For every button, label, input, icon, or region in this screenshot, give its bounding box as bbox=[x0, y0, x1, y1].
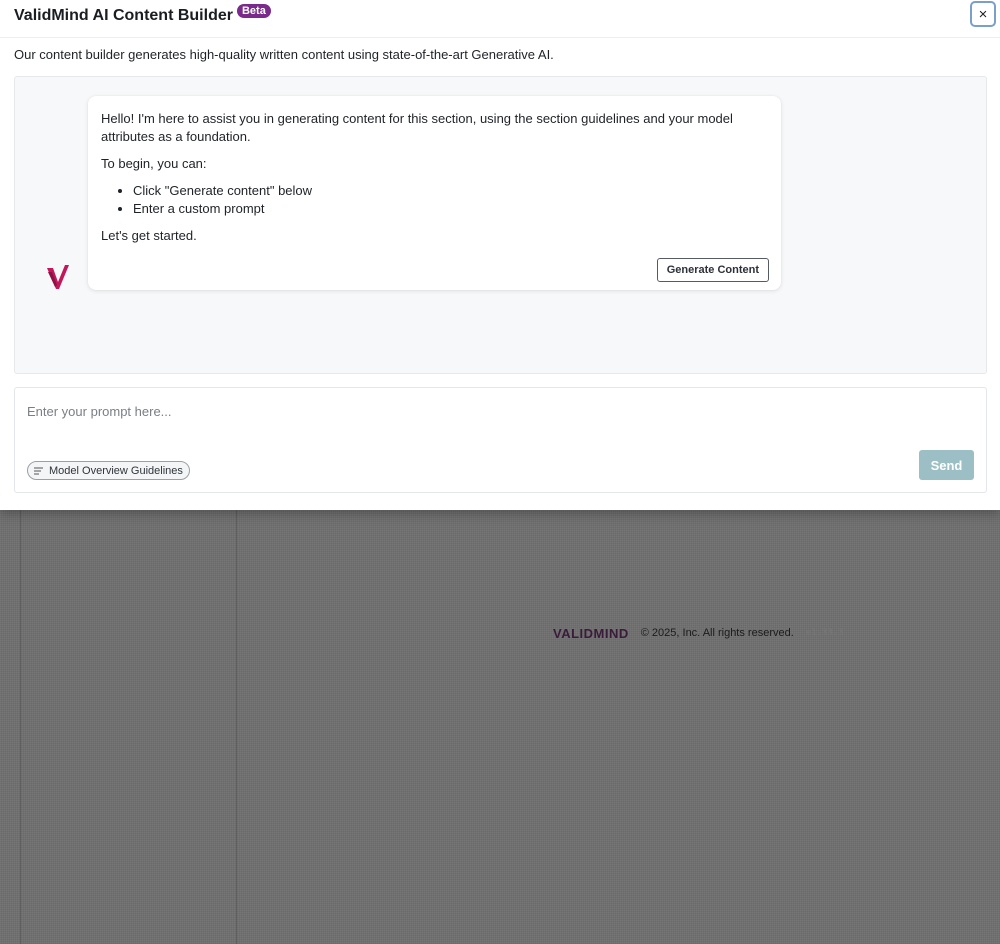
content-builder-modal: ValidMind AI Content Builder Beta × Our … bbox=[0, 0, 1000, 510]
footer-version: v1.33.3 bbox=[805, 628, 844, 638]
validmind-v-logo-icon bbox=[47, 265, 69, 289]
background-divider bbox=[236, 510, 237, 944]
message-lead: To begin, you can: bbox=[101, 156, 207, 171]
close-icon: × bbox=[978, 5, 988, 23]
background-divider bbox=[20, 510, 21, 944]
modal-description: Our content builder generates high-quali… bbox=[14, 47, 554, 62]
guidelines-chip-label: Model Overview Guidelines bbox=[49, 464, 183, 477]
guidelines-chip[interactable]: Model Overview Guidelines bbox=[27, 461, 190, 480]
message-options-list: Click "Generate content" below Enter a c… bbox=[133, 182, 769, 218]
chat-panel: Hello! I'm here to assist you in generat… bbox=[14, 76, 987, 374]
prompt-composer: Model Overview Guidelines Send bbox=[14, 387, 987, 493]
modal-title-text: ValidMind AI Content Builder bbox=[14, 7, 233, 24]
send-button[interactable]: Send bbox=[919, 450, 974, 480]
generate-content-button[interactable]: Generate Content bbox=[656, 258, 769, 282]
prompt-input[interactable] bbox=[27, 400, 967, 422]
message-intro: Hello! I'm here to assist you in generat… bbox=[101, 111, 733, 144]
beta-badge: Beta bbox=[236, 4, 271, 18]
modal-title: ValidMind AI Content Builder Beta bbox=[14, 4, 271, 25]
list-item: Click "Generate content" below bbox=[133, 182, 769, 200]
message-closing: Let's get started. bbox=[101, 228, 197, 243]
lines-icon bbox=[34, 467, 43, 474]
modal-header: ValidMind AI Content Builder Beta × bbox=[0, 0, 1000, 38]
footer-copyright: © 2025, Inc. All rights reserved. bbox=[640, 627, 794, 639]
validmind-footer-logo: VALIDMIND bbox=[553, 625, 629, 641]
close-button[interactable]: × bbox=[970, 1, 996, 27]
list-item: Enter a custom prompt bbox=[133, 200, 769, 218]
assistant-message: Hello! I'm here to assist you in generat… bbox=[88, 96, 781, 290]
background-footer: VALIDMIND © 2025, Inc. All rights reserv… bbox=[553, 624, 844, 642]
